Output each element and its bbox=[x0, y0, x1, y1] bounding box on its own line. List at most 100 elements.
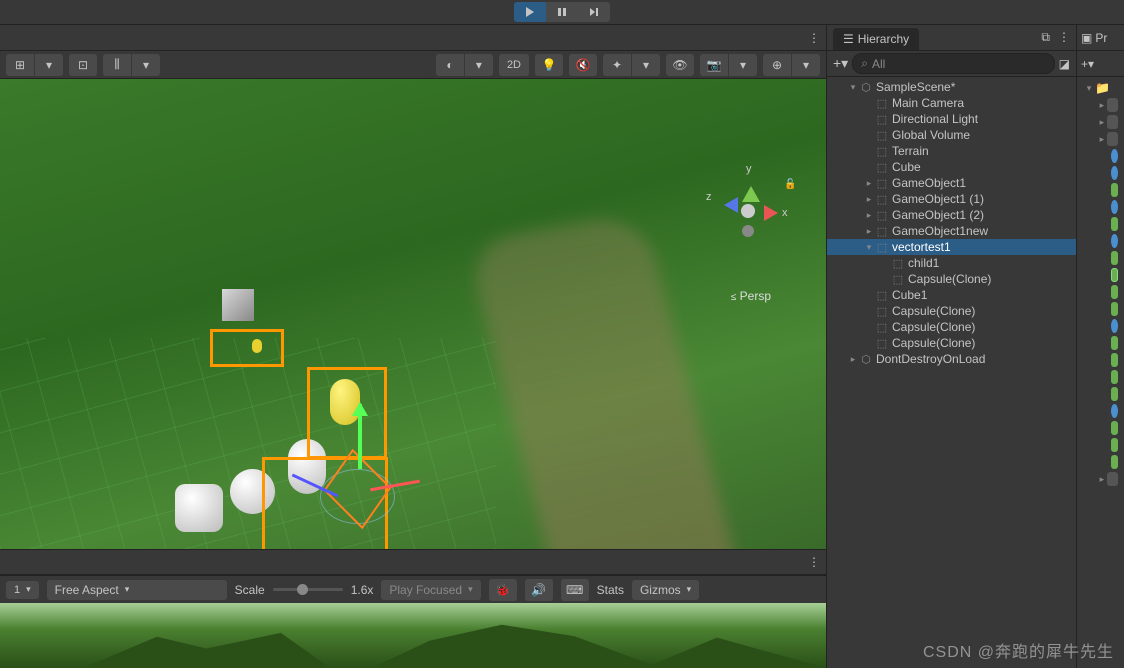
hierarchy-tree[interactable]: ▾SampleScene*Main CameraDirectional Ligh… bbox=[827, 77, 1076, 668]
tree-item[interactable]: Capsule(Clone) bbox=[827, 319, 1076, 335]
search-filter-icon[interactable]: ◪ bbox=[1059, 57, 1070, 71]
audio-toggle[interactable]: 🔇 bbox=[569, 54, 597, 76]
script-icon[interactable] bbox=[1111, 455, 1118, 469]
script-icon[interactable] bbox=[1111, 183, 1118, 197]
script-icon[interactable] bbox=[1111, 251, 1118, 265]
tree-item[interactable]: Cube bbox=[827, 159, 1076, 175]
neg-y-cone[interactable] bbox=[742, 225, 754, 237]
asset-icon[interactable] bbox=[1111, 404, 1118, 418]
shading-mode-button[interactable]: ◐ bbox=[436, 54, 464, 76]
script-icon[interactable] bbox=[1111, 438, 1118, 452]
tree-item[interactable]: ▾SampleScene* bbox=[827, 79, 1076, 95]
mute-icon[interactable]: 🔊 bbox=[525, 579, 553, 601]
expand-arrow[interactable]: ▸ bbox=[863, 194, 875, 205]
folder-icon[interactable] bbox=[1107, 472, 1118, 486]
2d-toggle[interactable]: 2D bbox=[499, 54, 529, 76]
script-icon[interactable] bbox=[1111, 268, 1118, 282]
tree-item[interactable]: Capsule(Clone) bbox=[827, 335, 1076, 351]
tree-item[interactable]: Main Camera bbox=[827, 95, 1076, 111]
orientation-gizmo[interactable]: y x z 🔓 bbox=[706, 169, 786, 249]
asset-icon[interactable] bbox=[1111, 319, 1118, 333]
add-button[interactable]: +▾ bbox=[1081, 57, 1094, 71]
asset-icon[interactable] bbox=[1111, 149, 1118, 163]
play-button[interactable] bbox=[514, 2, 546, 22]
add-button[interactable]: +▾ bbox=[833, 55, 848, 72]
cube-icon bbox=[875, 224, 889, 238]
script-icon[interactable] bbox=[1111, 217, 1118, 231]
increment-snap-button[interactable]: ⫼ bbox=[103, 54, 131, 76]
script-icon[interactable] bbox=[1111, 421, 1118, 435]
snap-button[interactable]: ⊡ bbox=[69, 54, 97, 76]
scene-viewport[interactable]: y x z 🔓 ≤ Persp bbox=[0, 79, 826, 549]
tree-item[interactable]: Directional Light bbox=[827, 111, 1076, 127]
cube-icon bbox=[875, 112, 889, 126]
camera-button[interactable]: 📷 bbox=[700, 54, 728, 76]
scale-slider[interactable] bbox=[273, 588, 343, 591]
tree-item[interactable]: ▸GameObject1 bbox=[827, 175, 1076, 191]
step-button[interactable] bbox=[578, 2, 610, 22]
tree-item-label: Capsule(Clone) bbox=[892, 336, 975, 350]
tree-item[interactable]: ▸GameObject1new bbox=[827, 223, 1076, 239]
tree-item[interactable]: ▸GameObject1 (2) bbox=[827, 207, 1076, 223]
hidden-toggle[interactable]: 👁 bbox=[666, 54, 694, 76]
fx-toggle[interactable]: ✦ bbox=[603, 54, 631, 76]
grid-snap-button[interactable]: ⊞ bbox=[6, 54, 34, 76]
expand-arrow[interactable]: ▸ bbox=[863, 226, 875, 237]
pause-button[interactable] bbox=[546, 2, 578, 22]
tree-item[interactable]: ▸DontDestroyOnLoad bbox=[827, 351, 1076, 367]
play-mode-dropdown[interactable]: Play Focused bbox=[381, 580, 480, 600]
fx-dropdown[interactable]: ▾ bbox=[632, 54, 660, 76]
tree-item[interactable]: Cube1 bbox=[827, 287, 1076, 303]
tree-item[interactable]: child1 bbox=[827, 255, 1076, 271]
y-cone-icon[interactable] bbox=[742, 177, 760, 202]
asset-icon[interactable] bbox=[1111, 166, 1118, 180]
stats-button[interactable]: Stats bbox=[597, 583, 624, 597]
script-icon[interactable] bbox=[1111, 336, 1118, 350]
expand-arrow[interactable]: ▸ bbox=[863, 210, 875, 221]
script-icon[interactable] bbox=[1111, 353, 1118, 367]
lock-icon[interactable]: 🔓 bbox=[784, 179, 796, 190]
gizmos-button[interactable]: ⊕ bbox=[763, 54, 791, 76]
grid-dropdown[interactable]: ▾ bbox=[35, 54, 63, 76]
tree-item[interactable]: ▸GameObject1 (1) bbox=[827, 191, 1076, 207]
shading-dropdown[interactable]: ▾ bbox=[465, 54, 493, 76]
lighting-toggle[interactable]: 💡 bbox=[535, 54, 563, 76]
tree-item[interactable]: Capsule(Clone) bbox=[827, 271, 1076, 287]
camera-dropdown[interactable]: ▾ bbox=[729, 54, 757, 76]
script-icon[interactable] bbox=[1111, 370, 1118, 384]
keyboard-icon[interactable]: ⌨ bbox=[561, 579, 589, 601]
tree-item[interactable]: Terrain bbox=[827, 143, 1076, 159]
game-gizmos-dropdown[interactable]: Gizmos bbox=[632, 580, 699, 600]
bug-icon[interactable]: 🐞 bbox=[489, 579, 517, 601]
asset-icon[interactable] bbox=[1111, 234, 1118, 248]
cube-icon bbox=[875, 96, 889, 110]
asset-icon[interactable] bbox=[1107, 98, 1118, 112]
asset-icon[interactable] bbox=[1107, 115, 1118, 129]
script-icon[interactable] bbox=[1111, 387, 1118, 401]
detach-icon[interactable]: ⧉ bbox=[1041, 30, 1050, 45]
expand-arrow[interactable]: ▾ bbox=[847, 82, 859, 93]
asset-icon[interactable] bbox=[1107, 132, 1118, 146]
perspective-label[interactable]: ≤ Persp bbox=[731, 289, 771, 303]
z-cone-icon[interactable] bbox=[716, 197, 738, 213]
hierarchy-tab[interactable]: ☰ Hierarchy bbox=[833, 28, 919, 50]
search-input[interactable]: ⌕ All bbox=[852, 53, 1054, 74]
gizmos-dropdown[interactable]: ▾ bbox=[792, 54, 820, 76]
expand-arrow[interactable]: ▾ bbox=[863, 242, 875, 253]
tree-item[interactable]: Global Volume bbox=[827, 127, 1076, 143]
increment-dropdown[interactable]: ▾ bbox=[132, 54, 160, 76]
move-gizmo[interactable] bbox=[320, 474, 400, 549]
tree-item[interactable]: Capsule(Clone) bbox=[827, 303, 1076, 319]
kebab-icon[interactable]: ⋮ bbox=[1058, 30, 1070, 45]
aspect-dropdown[interactable]: Free Aspect bbox=[47, 580, 227, 600]
script-icon[interactable] bbox=[1111, 302, 1118, 316]
kebab-icon[interactable]: ⋮ bbox=[808, 31, 820, 45]
display-dropdown[interactable]: 1 bbox=[6, 581, 39, 599]
expand-arrow[interactable]: ▸ bbox=[863, 178, 875, 189]
asset-icon[interactable] bbox=[1111, 200, 1118, 214]
kebab-icon[interactable]: ⋮ bbox=[808, 555, 820, 569]
y-axis-arrow[interactable] bbox=[358, 404, 362, 469]
tree-item[interactable]: ▾vectortest1 bbox=[827, 239, 1076, 255]
script-icon[interactable] bbox=[1111, 285, 1118, 299]
expand-arrow[interactable]: ▸ bbox=[847, 354, 859, 365]
